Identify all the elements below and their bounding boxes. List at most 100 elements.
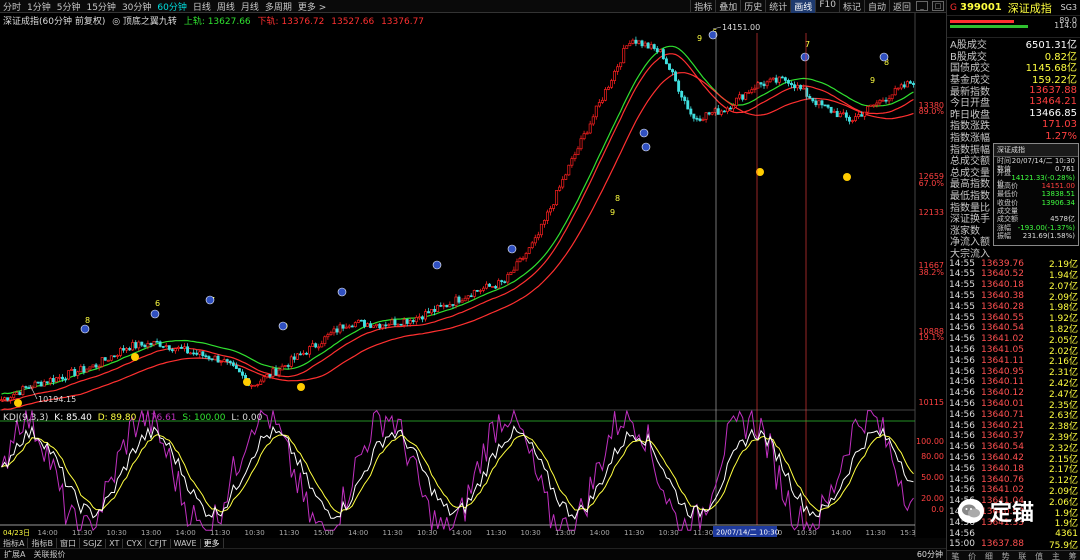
- candle-body: [295, 353, 299, 360]
- tool-button[interactable]: 画线: [790, 0, 816, 13]
- panel-footer-tab[interactable]: 联: [1018, 551, 1026, 560]
- indicator-tab[interactable]: CYX: [123, 538, 147, 548]
- tick-price: 13639.76: [981, 258, 1024, 269]
- candle-body: [628, 42, 632, 47]
- indicator-tab[interactable]: 指标B: [28, 537, 57, 549]
- tick-price: 13641.02: [981, 334, 1024, 345]
- indicator-tab[interactable]: XT: [106, 538, 124, 548]
- candle-body: [317, 346, 321, 349]
- period-tab[interactable]: 60分钟: [154, 0, 189, 13]
- tool-button[interactable]: 返回: [888, 0, 914, 13]
- period-toolbar: 分时 1分钟 5分钟 15分钟 30分钟 60分钟 日线 周线 月线 多周期 更多 > 指标 叠加 历史…: [0, 0, 946, 13]
- indicator-tab[interactable]: 窗口: [57, 537, 80, 549]
- tick-time: 14:56: [949, 463, 975, 474]
- minimize-icon[interactable]: _: [916, 1, 928, 11]
- candle-body: [137, 341, 141, 349]
- strength-bar-fill: [950, 25, 1029, 28]
- panel-footer-tab[interactable]: 细: [985, 551, 993, 560]
- time-axis-label: 14:00: [176, 529, 196, 537]
- candle-body: [506, 274, 510, 283]
- panel-footer-tab[interactable]: 主: [1052, 551, 1060, 560]
- candle-body: [271, 368, 275, 377]
- popup-value: 13906.34: [1041, 198, 1075, 207]
- tool-button[interactable]: 自动: [863, 0, 889, 13]
- period-tab[interactable]: 分时: [0, 0, 24, 13]
- candle-body: [857, 114, 861, 118]
- buy-signal-icon: [879, 52, 889, 62]
- kdj-name[interactable]: KDJ(9,3,3): [3, 413, 48, 423]
- candle-body: [780, 76, 784, 79]
- period-tab[interactable]: 周线: [214, 0, 238, 13]
- candle-body: [847, 116, 851, 122]
- indicator-name[interactable]: ◎ 顶底之翼九转: [112, 17, 177, 27]
- tick-time: 14:56: [949, 420, 975, 431]
- extension-tab[interactable]: 关联报价: [29, 549, 69, 560]
- indicator-tab[interactable]: WAVE: [171, 538, 201, 548]
- index-name: 深证成指(60分钟 前复权): [3, 17, 106, 27]
- period-tab[interactable]: 15分钟: [83, 0, 118, 13]
- tool-button[interactable]: 叠加: [715, 0, 740, 13]
- period-tab[interactable]: 1分钟: [24, 0, 54, 13]
- indicator-tab[interactable]: SGJZ: [80, 538, 107, 548]
- marker-badge: G: [950, 2, 957, 13]
- tick-price: 13641.11: [981, 355, 1024, 366]
- kdj-k: K: 85.40: [54, 413, 92, 423]
- time-axis-label: 10:30: [521, 529, 541, 537]
- panel-footer-tab[interactable]: 筹: [1069, 551, 1077, 560]
- period-tab[interactable]: 更多 >: [295, 0, 329, 13]
- candle-body: [414, 317, 418, 323]
- period-tab[interactable]: 30分钟: [119, 0, 154, 13]
- tick-time: 14:56: [949, 453, 975, 464]
- panel-footer-tab[interactable]: 势: [1002, 551, 1010, 560]
- period-tab[interactable]: 5分钟: [54, 0, 84, 13]
- tool-button[interactable]: 指标: [690, 0, 715, 13]
- tool-button[interactable]: 历史: [740, 0, 765, 13]
- candle-body: [866, 106, 870, 113]
- tool-button[interactable]: 统计: [765, 0, 790, 13]
- candle-body: [39, 381, 43, 387]
- tool-button[interactable]: F10: [815, 0, 839, 13]
- candle-body: [466, 295, 470, 299]
- candle-body: [503, 281, 507, 284]
- candle-body: [808, 96, 812, 99]
- indicator-tab[interactable]: CFJT: [146, 538, 171, 548]
- buy-signal-icon: [507, 244, 517, 254]
- time-axis-label: 11:30: [279, 529, 299, 537]
- candle-body: [689, 108, 693, 115]
- panel-footer-tab[interactable]: 笔: [951, 551, 959, 560]
- nine-turn-mark: 6: [155, 299, 160, 308]
- candle-body: [515, 261, 519, 271]
- tick-time: 14:56: [949, 377, 975, 388]
- crosshair-popup: 深证成指 时间 20/07/14/二 10:30 数值 0.761 开盘价 14121.3…: [993, 143, 1079, 246]
- kdj-axis-label: 20.00: [921, 494, 944, 503]
- tick-time: 14:56: [949, 409, 975, 420]
- indicator-tab[interactable]: 指标A: [0, 537, 29, 549]
- indicator-tab[interactable]: 更多: [201, 537, 224, 549]
- candle-body: [253, 384, 257, 387]
- candle-body: [292, 356, 296, 360]
- candle-body: [277, 369, 281, 376]
- panel-footer-tab[interactable]: 价: [968, 551, 976, 560]
- period-tab[interactable]: 月线: [238, 0, 262, 13]
- strength-bar-value: 114.0: [1054, 21, 1077, 30]
- kdj-k-line: [1, 425, 914, 520]
- restore-icon[interactable]: □: [932, 1, 944, 11]
- period-tab[interactable]: 日线: [190, 0, 214, 13]
- period-indicator[interactable]: 60分钟: [917, 549, 946, 560]
- candle-body: [524, 253, 528, 259]
- period-tab[interactable]: 多周期: [262, 0, 295, 13]
- panel-footer-tab[interactable]: 值: [1035, 551, 1043, 560]
- chart-svg[interactable]: 1338089.0%1265967.0%121331166738.2%10888…: [0, 13, 946, 537]
- tool-button[interactable]: 标记: [838, 0, 864, 13]
- candle-body: [356, 319, 360, 323]
- candle-body: [509, 272, 513, 275]
- buy-signal-icon: [800, 52, 810, 62]
- nine-turn-mark: 8: [615, 194, 620, 203]
- mid-band-line: [1, 53, 914, 403]
- chart-area[interactable]: 13380 89.0% 12659 67.0% 12133 11667 38.2% 10888…: [0, 13, 946, 537]
- candle-body: [533, 237, 537, 244]
- kdj-axis-label: 80.00: [921, 452, 944, 461]
- extension-tab[interactable]: 扩展A: [0, 549, 29, 560]
- kdj-j-line: [1, 408, 914, 532]
- candle-body: [671, 69, 674, 73]
